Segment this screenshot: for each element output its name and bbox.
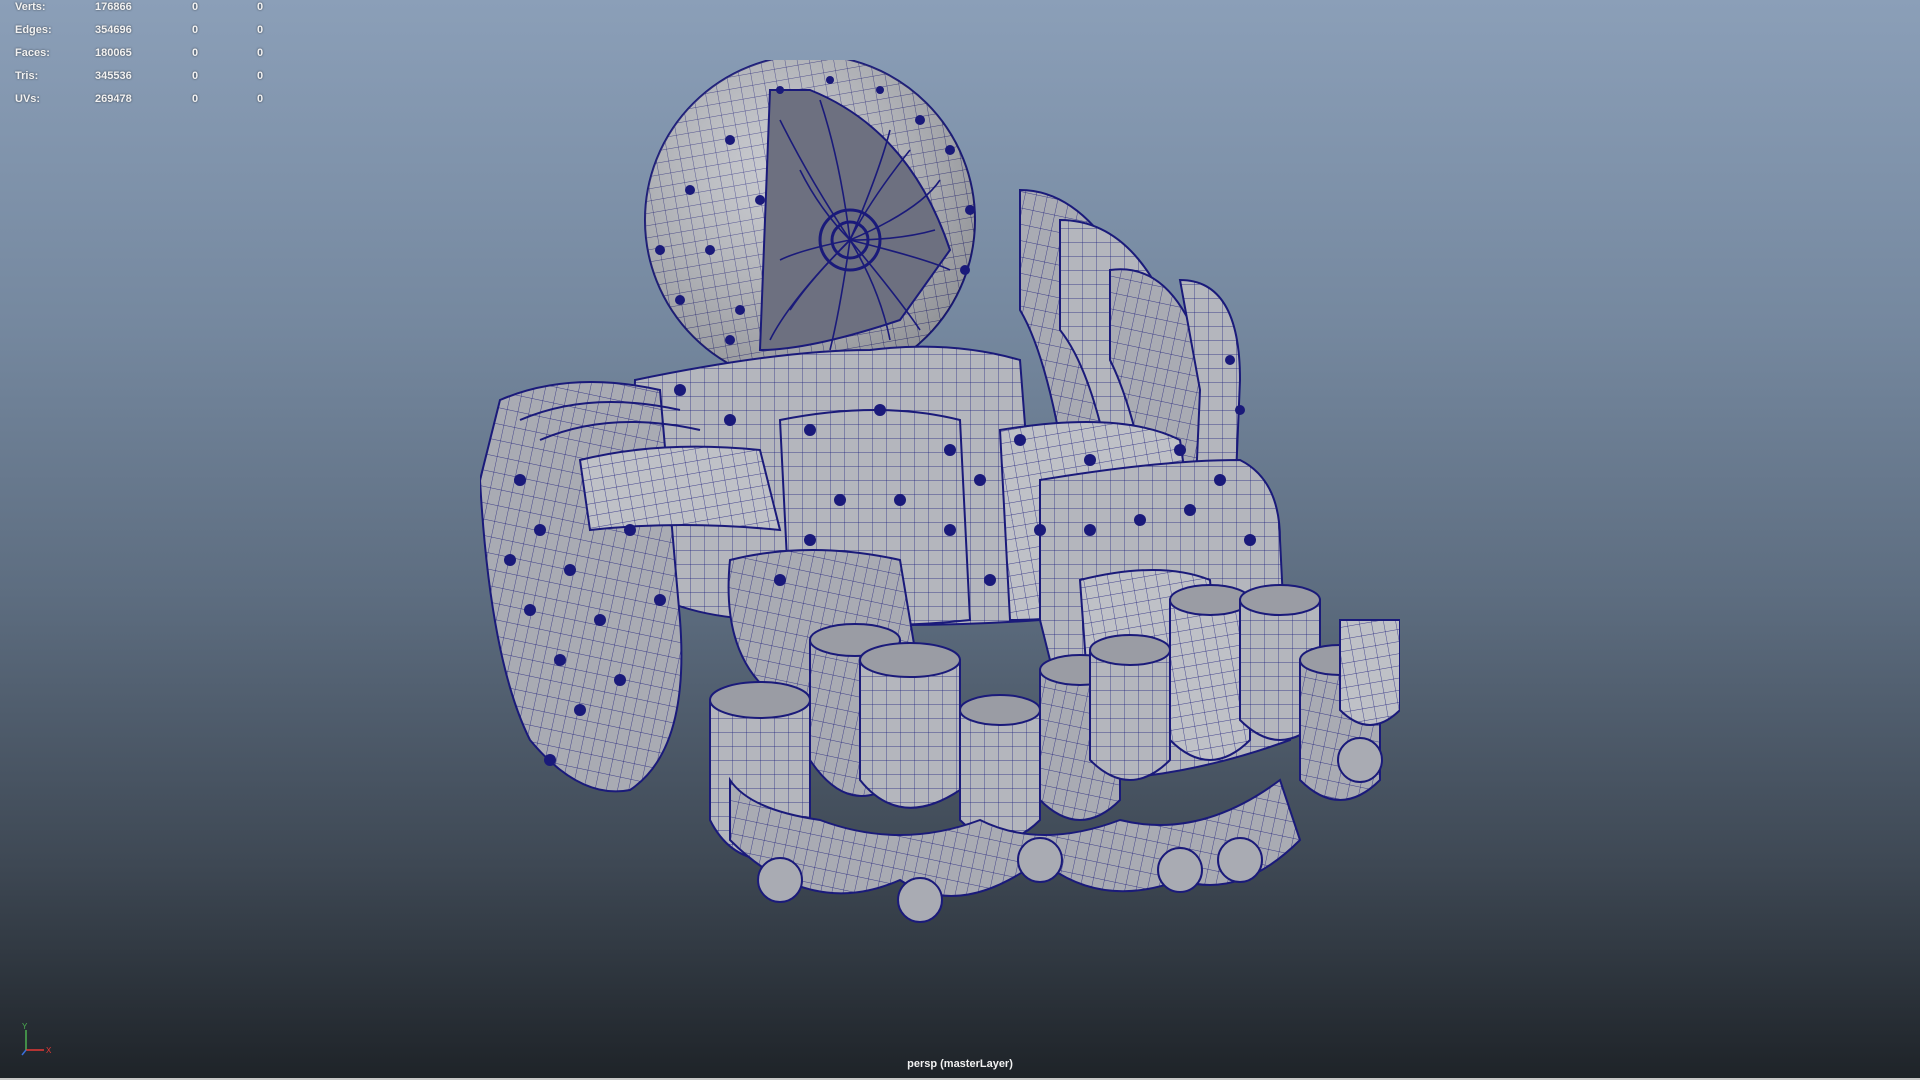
cell-organelle-mesh[interactable] [480, 60, 1400, 960]
hud-uv-selected: 0 [257, 24, 264, 36]
hud-selected: 0 [192, 70, 199, 82]
hud-row-verts: Verts: 176866 0 0 [0, 1, 280, 17]
viewport-panel[interactable]: Verts: 176866 0 0 Edges: 354696 0 0 Face… [0, 0, 1920, 1080]
camera-label: persp (masterLayer) [907, 1058, 1013, 1070]
hud-row-faces: Faces: 180065 0 0 [0, 47, 280, 63]
hud-uv-selected: 0 [257, 70, 264, 82]
hud-count: 269478 [95, 93, 132, 105]
hud-row-tris: Tris: 345536 0 0 [0, 70, 280, 86]
hud-uv-selected: 0 [257, 1, 264, 13]
hud-selected: 0 [192, 93, 199, 105]
hud-selected: 0 [192, 24, 199, 36]
hud-row-uvs: UVs: 269478 0 0 [0, 93, 280, 109]
view-axis-icon: Y X [21, 1022, 52, 1056]
axis-x-label: X [46, 1046, 52, 1055]
hud-count: 176866 [95, 1, 132, 13]
hud-uv-selected: 0 [257, 47, 264, 59]
axis-y-label: Y [22, 1022, 28, 1031]
nucleus-sphere [644, 60, 976, 386]
hud-count: 354696 [95, 24, 132, 36]
hud-label: Tris: [15, 70, 39, 82]
hud-label: Verts: [15, 1, 46, 13]
hud-row-edges: Edges: 354696 0 0 [0, 24, 280, 40]
hud-uv-selected: 0 [257, 93, 264, 105]
hud-count: 345536 [95, 70, 132, 82]
hud-label: UVs: [15, 93, 41, 105]
hud-count: 180065 [95, 47, 132, 59]
hud-label: Edges: [15, 24, 52, 36]
hud-selected: 0 [192, 1, 199, 13]
hud-label: Faces: [15, 47, 50, 59]
hud-selected: 0 [192, 47, 199, 59]
